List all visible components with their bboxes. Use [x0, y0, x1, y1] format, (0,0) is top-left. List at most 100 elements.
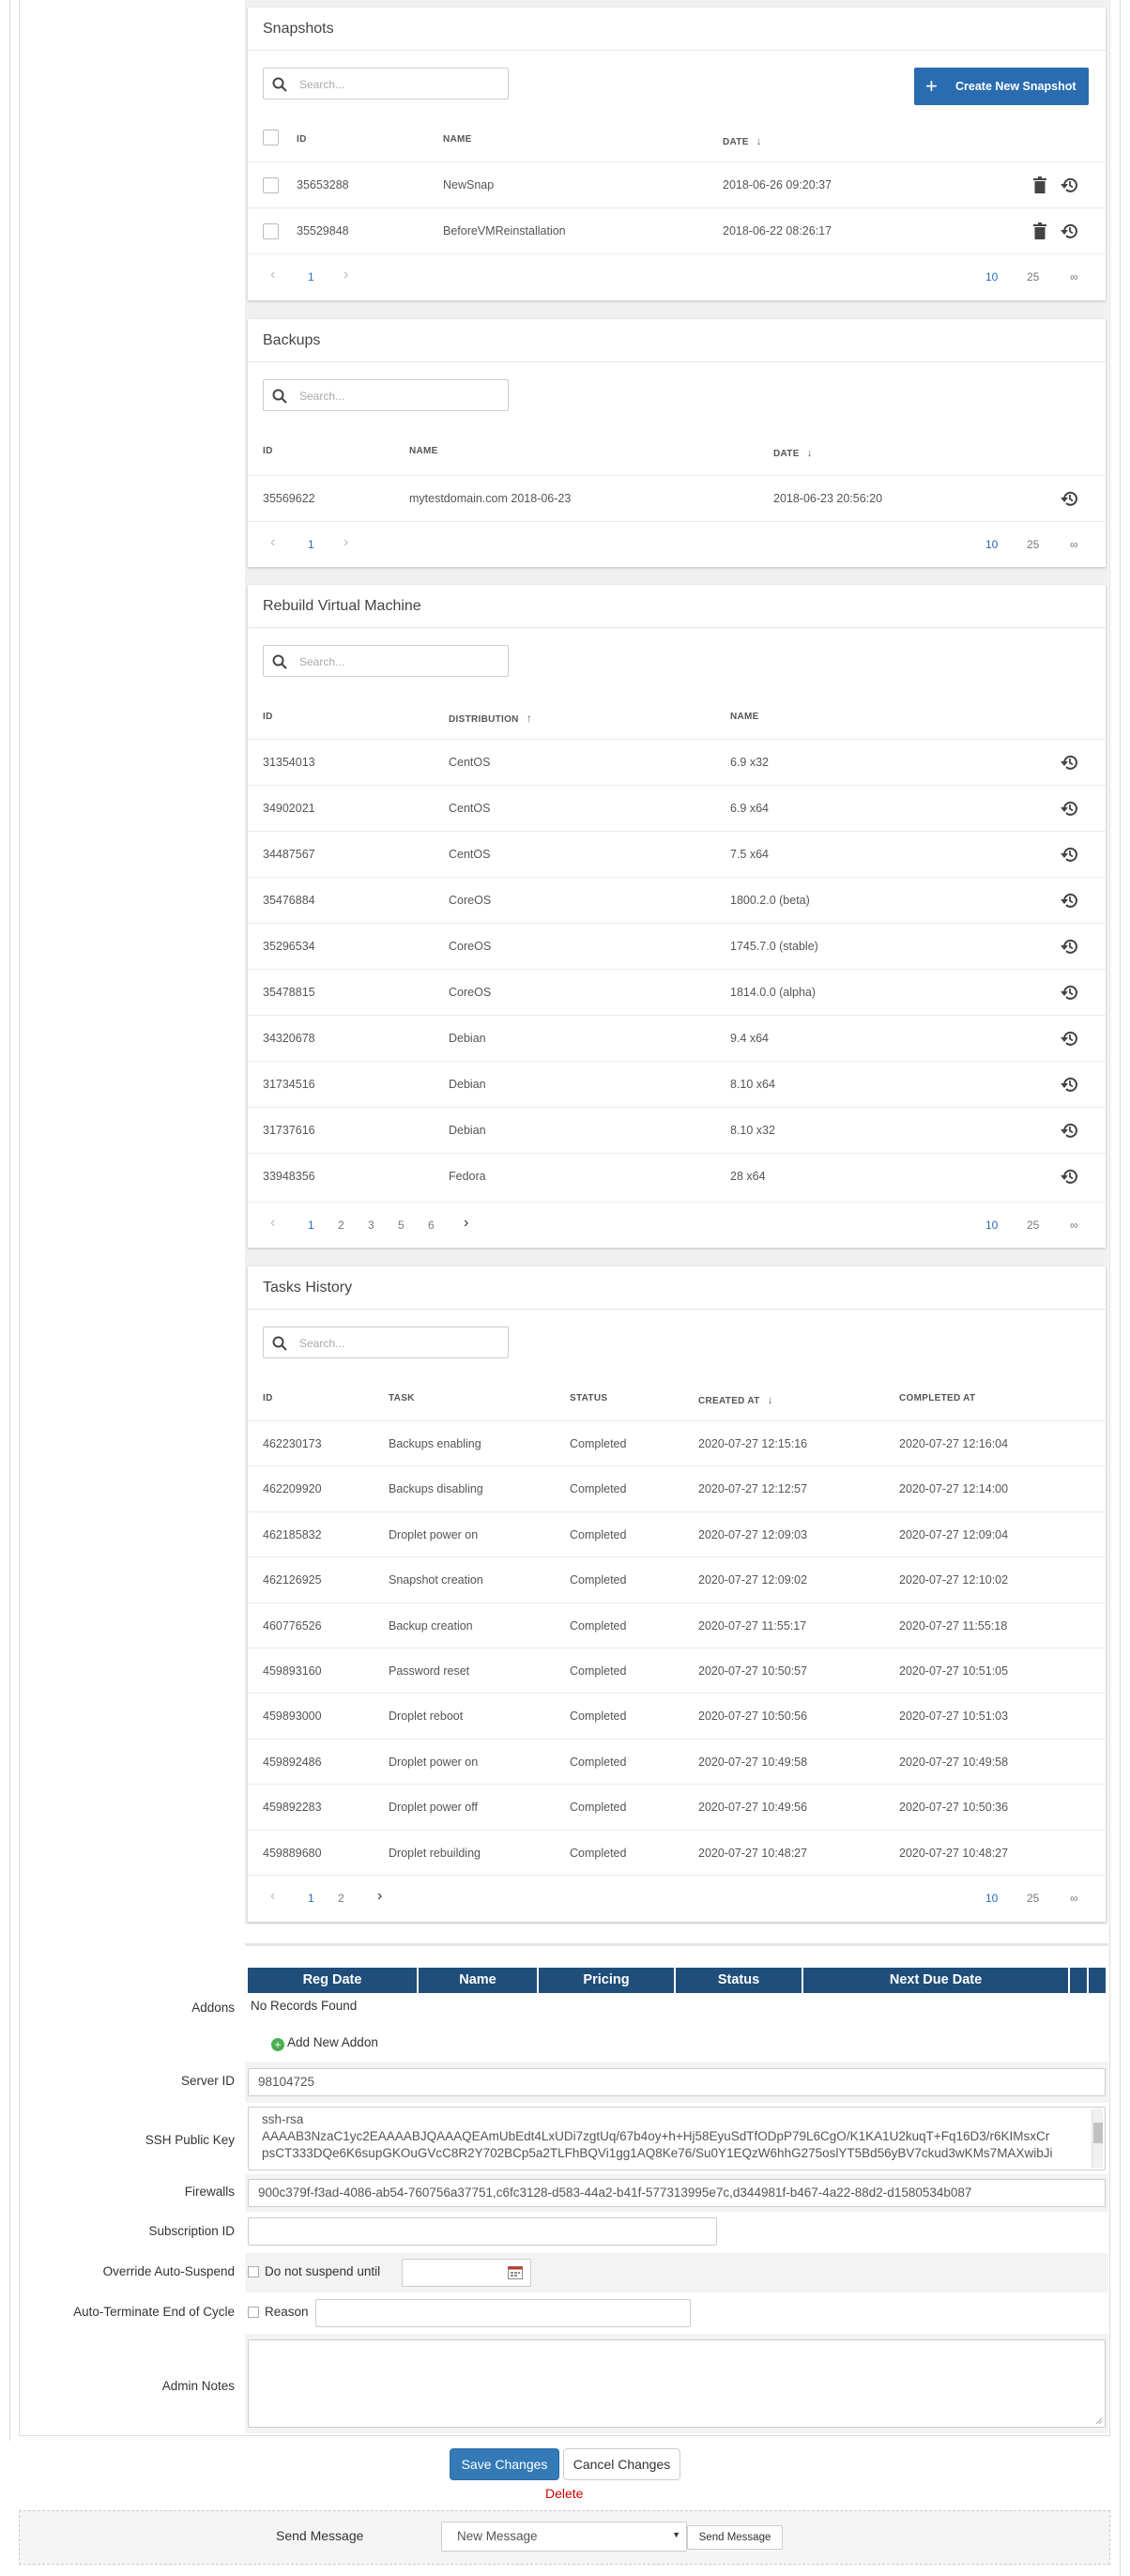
column-header-id[interactable]: ID [263, 446, 273, 456]
restore-icon[interactable] [1061, 845, 1079, 864]
page-link[interactable]: 1 [308, 1892, 314, 1905]
resize-handle-icon[interactable] [1095, 2417, 1103, 2425]
restore-icon[interactable] [1061, 891, 1079, 910]
prev-page-icon[interactable]: ‹ [270, 1888, 275, 1905]
column-header-date[interactable]: DATE ↓ [773, 446, 813, 459]
row-checkbox[interactable] [263, 223, 279, 239]
column-header-created[interactable]: CREATED AT ↓ [698, 1393, 773, 1406]
page-link[interactable]: 5 [398, 1219, 405, 1232]
restore-icon[interactable] [1061, 176, 1079, 194]
cell-completed: 2020-07-27 10:49:58 [899, 1755, 1009, 1769]
send-message-button[interactable]: Send Message [687, 2525, 783, 2550]
page-size-all[interactable]: ∞ [1070, 538, 1078, 551]
page-size-10[interactable]: 10 [985, 1219, 998, 1232]
page-size-25[interactable]: 25 [1027, 270, 1039, 284]
restore-icon[interactable] [1061, 937, 1079, 956]
no-records-text: No Records Found [251, 1999, 358, 2013]
next-page-icon[interactable]: › [344, 267, 348, 284]
add-addon-link[interactable]: + Add New Addon [271, 2035, 378, 2051]
prev-page-icon[interactable]: ‹ [270, 534, 275, 551]
row-checkbox[interactable] [263, 177, 279, 193]
column-header-distribution[interactable]: DISTRIBUTION ↑ [449, 712, 532, 725]
column-header-completed[interactable]: COMPLETED AT [899, 1393, 975, 1403]
select-all-checkbox[interactable] [263, 130, 279, 146]
restore-icon[interactable] [1061, 799, 1079, 818]
admin-notes-field[interactable] [248, 2339, 1106, 2428]
page-size-10[interactable]: 10 [985, 1892, 998, 1905]
search-placeholder: Search... [299, 655, 345, 668]
page-link[interactable]: 1 [308, 538, 314, 551]
page-size-10[interactable]: 10 [985, 538, 998, 551]
column-header-id[interactable]: ID [297, 134, 307, 145]
restore-icon[interactable] [1061, 983, 1079, 1002]
trash-icon[interactable] [1033, 176, 1046, 193]
page-size-25[interactable]: 25 [1027, 538, 1039, 551]
page-link[interactable]: 1 [308, 270, 314, 284]
cell-status: Completed [570, 1437, 627, 1450]
firewalls-field[interactable]: 900c379f-f3ad-4086-ab54-760756a37751,c6f… [248, 2179, 1106, 2207]
page-size-25[interactable]: 25 [1027, 1219, 1039, 1232]
table-row: 35529848 BeforeVMReinstallation 2018-06-… [248, 207, 1106, 253]
restore-icon[interactable] [1061, 489, 1079, 508]
column-header-id[interactable]: ID [263, 1393, 273, 1403]
search-icon [272, 654, 287, 669]
column-header-status[interactable]: STATUS [570, 1393, 607, 1403]
page-link[interactable]: 1 [308, 1219, 314, 1232]
server-id-field[interactable]: 98104725 [248, 2068, 1106, 2096]
reason-field[interactable] [315, 2299, 691, 2327]
calendar-icon[interactable] [508, 2265, 523, 2279]
next-page-icon[interactable]: › [344, 534, 348, 551]
cell-distribution: CentOS [449, 756, 491, 769]
cell-created: 2020-07-27 10:49:58 [698, 1755, 808, 1769]
cell-date: 2018-06-23 20:56:20 [773, 492, 883, 505]
page-link[interactable]: 3 [368, 1219, 374, 1232]
page-link[interactable]: 6 [428, 1219, 435, 1232]
page-link[interactable]: 2 [338, 1219, 344, 1232]
message-select[interactable]: New Message ▼ [441, 2522, 687, 2552]
delete-link[interactable]: Delete [545, 2486, 583, 2501]
auto-terminate-checkbox[interactable] [248, 2307, 259, 2318]
search-input[interactable]: Search... [263, 68, 509, 100]
sort-desc-icon: ↓ [767, 1393, 773, 1406]
next-page-icon[interactable]: › [377, 1888, 382, 1905]
subscription-id-field[interactable] [248, 2217, 717, 2246]
page-size-all[interactable]: ∞ [1070, 1219, 1078, 1232]
ssh-key-field[interactable]: ssh-rsa AAAAB3NzaC1yc2EAAAABJQAAAQEAmUbE… [248, 2107, 1106, 2170]
restore-icon[interactable] [1061, 222, 1079, 240]
page-size-25[interactable]: 25 [1027, 1892, 1039, 1905]
cell-distribution: CentOS [449, 848, 491, 861]
page-size-all[interactable]: ∞ [1070, 1892, 1078, 1905]
cell-created: 2020-07-27 10:50:57 [698, 1664, 808, 1678]
tasks-panel: Tasks History Search... ID TASK STATUS C… [248, 1266, 1106, 1922]
column-header-date[interactable]: DATE ↓ [723, 134, 762, 147]
next-page-icon[interactable]: › [464, 1215, 468, 1232]
column-header-name[interactable]: NAME [409, 446, 438, 456]
scrollbar[interactable] [1092, 2109, 1103, 2168]
table-row: 459893160 Password reset Completed 2020-07-… [248, 1648, 1106, 1693]
restore-icon[interactable] [1061, 1121, 1079, 1140]
cell-name: 1800.2.0 (beta) [730, 894, 810, 907]
cell-task: Backups enabling [389, 1437, 481, 1450]
prev-page-icon[interactable]: ‹ [270, 1215, 275, 1232]
column-header-id[interactable]: ID [263, 712, 273, 722]
save-changes-button[interactable]: Save Changes [450, 2448, 559, 2480]
page-size-10[interactable]: 10 [985, 270, 998, 284]
restore-icon[interactable] [1061, 1167, 1079, 1186]
do-not-suspend-checkbox[interactable] [248, 2266, 259, 2277]
trash-icon[interactable] [1033, 222, 1046, 239]
column-header-name[interactable]: NAME [443, 134, 472, 145]
table-row: 34487567 CentOS 7.5 x64 [248, 831, 1106, 877]
search-input[interactable]: Search... [263, 379, 509, 411]
restore-icon[interactable] [1061, 753, 1079, 772]
page-link[interactable]: 2 [338, 1892, 344, 1905]
cancel-changes-button[interactable]: Cancel Changes [563, 2448, 680, 2480]
search-input[interactable]: Search... [263, 1326, 509, 1358]
page-size-all[interactable]: ∞ [1070, 270, 1078, 284]
search-input[interactable]: Search... [263, 645, 509, 677]
restore-icon[interactable] [1061, 1075, 1079, 1094]
column-header-task[interactable]: TASK [389, 1393, 415, 1403]
column-header-name[interactable]: NAME [730, 712, 759, 722]
restore-icon[interactable] [1061, 1029, 1079, 1048]
create-snapshot-button[interactable]: + Create New Snapshot [914, 68, 1089, 105]
prev-page-icon[interactable]: ‹ [270, 267, 275, 284]
